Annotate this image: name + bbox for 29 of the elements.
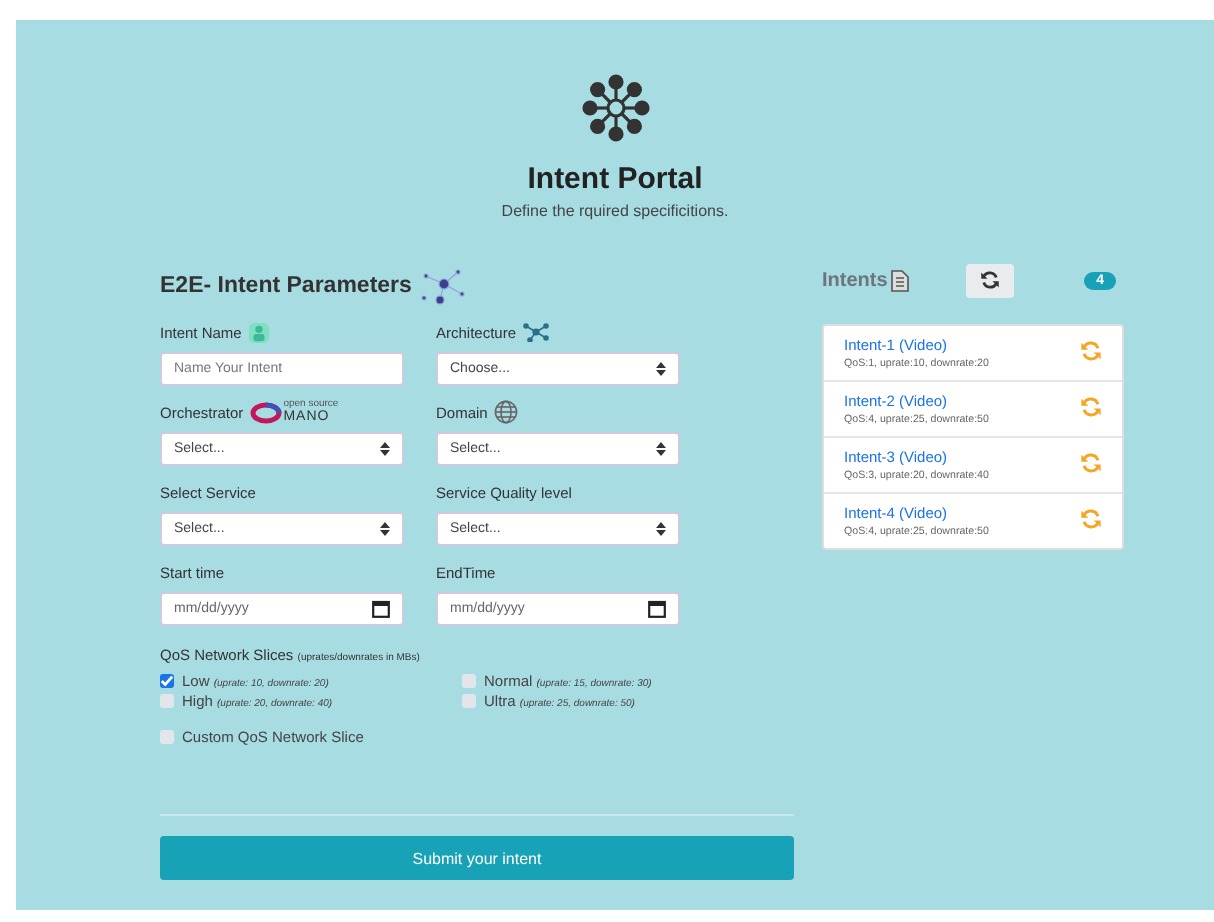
page-subtitle: Define the rquired specificitions. xyxy=(501,202,729,220)
ring-logo-icon xyxy=(249,401,282,423)
checkbox[interactable] xyxy=(160,674,174,688)
refresh-icon xyxy=(1080,452,1102,474)
intents-title: Intents xyxy=(822,269,888,291)
updown-icon xyxy=(656,442,666,456)
page-title: Intent Portal xyxy=(527,162,703,196)
checkbox[interactable] xyxy=(462,674,476,688)
checkbox[interactable] xyxy=(462,694,476,708)
section-title: E2E- Intent Parameters xyxy=(160,274,412,298)
updown-icon xyxy=(656,362,666,376)
refresh-icon xyxy=(1080,508,1102,530)
constellation-icon xyxy=(417,264,470,308)
checkbox[interactable] xyxy=(160,730,174,744)
document-icon xyxy=(889,269,910,291)
checkbox[interactable] xyxy=(160,694,174,708)
network-icon xyxy=(522,322,551,342)
calendar-icon xyxy=(372,600,390,618)
globe-icon xyxy=(493,400,518,424)
updown-icon xyxy=(380,442,390,456)
refresh-button[interactable] xyxy=(965,263,1014,297)
refresh-icon xyxy=(1080,396,1102,418)
refresh-icon xyxy=(979,270,1000,290)
refresh-icon xyxy=(1080,340,1102,362)
updown-icon xyxy=(380,522,390,536)
updown-icon xyxy=(656,522,666,536)
person-icon xyxy=(247,321,270,343)
calendar-icon xyxy=(648,600,666,618)
network-hub-icon xyxy=(581,74,649,142)
